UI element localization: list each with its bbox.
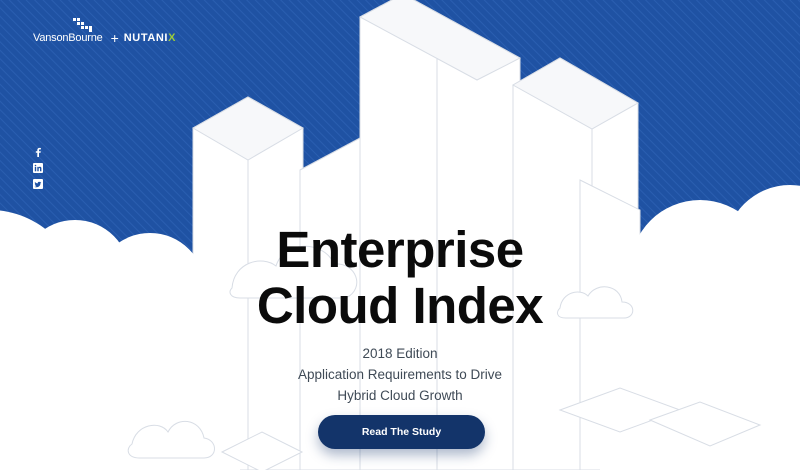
hero-content: Enterprise Cloud Index 2018 Edition Appl… [200, 222, 600, 406]
vansonbourne-logo-mark [73, 18, 92, 32]
brand-separator: + [110, 30, 119, 46]
facebook-icon[interactable] [33, 147, 43, 157]
read-the-study-button[interactable]: Read The Study [318, 415, 485, 449]
subtitle-line-2: Hybrid Cloud Growth [337, 388, 463, 403]
nutanix-logo[interactable]: NUTANIX [124, 32, 176, 44]
edition-label: 2018 Edition [362, 346, 438, 361]
vansonbourne-logo[interactable]: VansonBourne [33, 18, 103, 44]
brand-logos: VansonBourne + NUTANIX [33, 14, 176, 46]
page-title-line-2: Cloud Index [256, 277, 544, 334]
vansonbourne-wordmark: VansonBourne [33, 32, 103, 44]
twitter-icon[interactable] [33, 179, 43, 189]
hero-subtitle: 2018 Edition Application Requirements to… [200, 343, 600, 406]
linkedin-icon[interactable] [33, 163, 43, 173]
page-title: Enterprise Cloud Index [200, 222, 600, 334]
subtitle-line-1: Application Requirements to Drive [297, 367, 503, 382]
nutanix-wordmark-x: X [168, 32, 177, 44]
nutanix-wordmark: NUTANI [123, 32, 169, 44]
page-title-line-1: Enterprise [276, 221, 524, 278]
social-share-bar [32, 147, 44, 189]
